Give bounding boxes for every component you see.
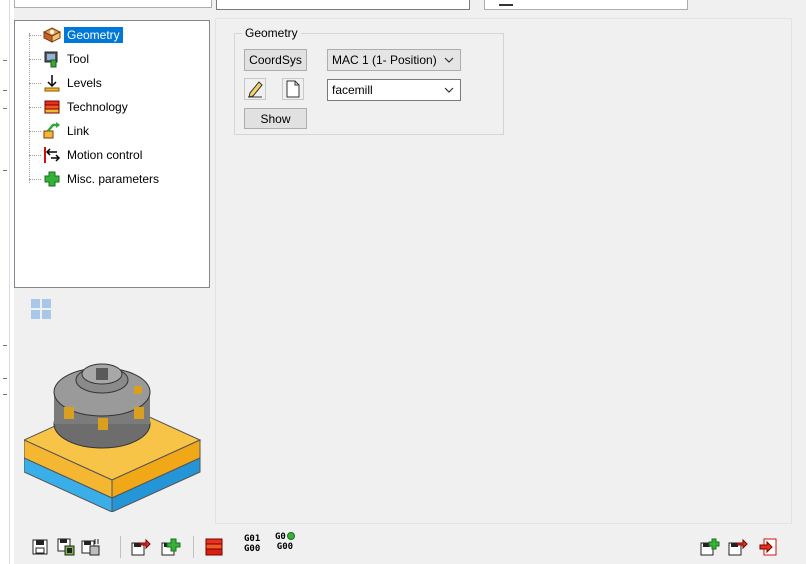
grid-view-icon[interactable] <box>31 299 51 319</box>
tool-icon <box>43 50 61 68</box>
g01-g00-button[interactable]: G01 G00 <box>244 534 260 554</box>
technology-stack-button[interactable] <box>203 536 225 558</box>
save-template-button[interactable] <box>80 536 102 558</box>
save-button[interactable] <box>29 536 51 558</box>
coordsys-button[interactable]: CoordSys <box>244 49 307 71</box>
coordsys-select-value: MAC 1 (1- Position) <box>332 53 437 67</box>
save-as-icon <box>57 538 75 556</box>
motion-control-icon <box>43 146 61 164</box>
add-operation-button[interactable] <box>699 536 721 558</box>
add-operation-icon <box>700 538 720 556</box>
export-button[interactable] <box>130 536 152 558</box>
top-combo-partial[interactable] <box>484 0 688 10</box>
top-input-partial[interactable] <box>216 0 470 10</box>
technology-icon <box>43 98 61 116</box>
blank-page-icon <box>286 80 300 98</box>
green-dot-icon <box>286 532 295 540</box>
tree-item-tool[interactable]: Tool <box>29 48 194 70</box>
tree-item-motion-control[interactable]: Motion control <box>29 144 194 166</box>
geometry-group-title: Geometry <box>242 26 301 40</box>
save-and-exit-button[interactable] <box>727 536 749 558</box>
import-button[interactable] <box>160 536 182 558</box>
tree-item-levels[interactable]: Levels <box>29 72 194 94</box>
tree-item-link[interactable]: Link <box>29 120 194 142</box>
export-icon <box>131 538 151 556</box>
chevron-down-icon <box>444 57 454 63</box>
toolbar-separator <box>120 536 121 558</box>
misc-parameters-icon <box>43 170 61 188</box>
toolbar-separator <box>193 536 194 558</box>
exit-button[interactable] <box>757 536 779 558</box>
top-tab-edge <box>14 0 212 8</box>
levels-icon <box>43 74 61 92</box>
show-button[interactable]: Show <box>244 108 307 129</box>
tree-item-technology[interactable]: Technology <box>29 96 194 118</box>
coordsys-select[interactable]: MAC 1 (1- Position) <box>327 49 461 71</box>
geometry-icon <box>43 26 61 44</box>
import-icon <box>161 538 181 556</box>
g0-g00-button[interactable]: G0 G00 <box>275 532 295 552</box>
edit-geometry-button[interactable] <box>244 78 266 100</box>
save-as-button[interactable] <box>55 536 77 558</box>
technology-stack-icon <box>205 538 223 556</box>
chevron-down-icon <box>444 87 454 93</box>
exit-icon <box>759 538 777 556</box>
geometry-select-value: facemill <box>332 83 373 97</box>
facemill-illustration <box>22 352 204 513</box>
tree-item-misc-parameters[interactable]: Misc. parameters <box>29 168 194 190</box>
geometry-select[interactable]: facemill <box>327 79 461 101</box>
left-window-edge <box>0 0 10 564</box>
tree-item-geometry[interactable]: Geometry <box>29 24 194 46</box>
new-geometry-button[interactable] <box>282 78 304 100</box>
save-exit-icon <box>728 538 748 556</box>
pencil-icon <box>248 81 263 98</box>
save-template-icon <box>81 539 100 556</box>
link-icon <box>43 122 61 140</box>
save-icon <box>32 539 48 555</box>
